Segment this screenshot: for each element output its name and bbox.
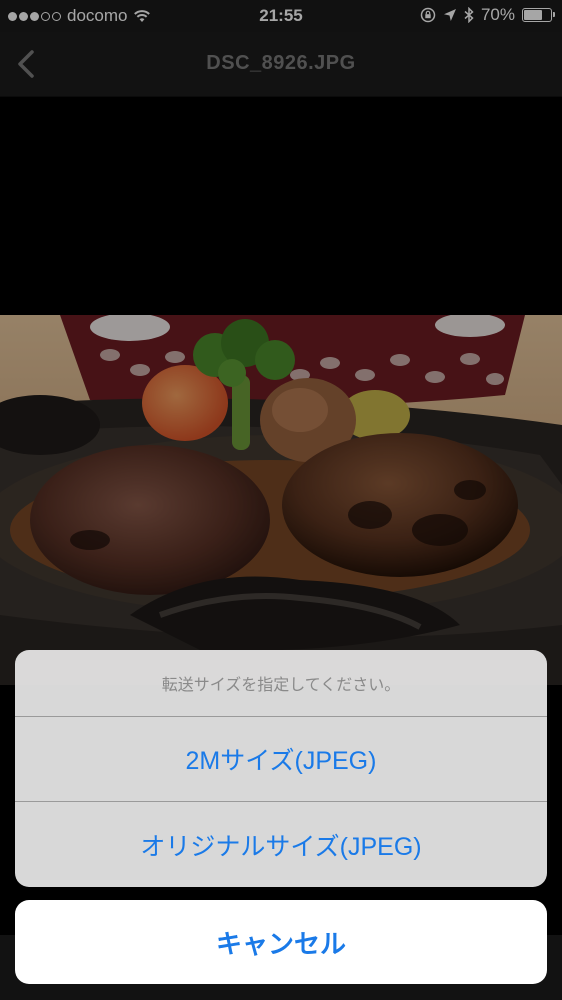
- cancel-button[interactable]: キャンセル: [15, 900, 547, 984]
- screen: docomo 21:55 70% DSC_8926.JPG 転送サイズを指定して…: [0, 0, 562, 1000]
- option-2m-jpeg-button[interactable]: 2Mサイズ(JPEG): [15, 717, 547, 802]
- action-sheet: 転送サイズを指定してください。 2Mサイズ(JPEG) オリジナルサイズ(JPE…: [15, 650, 547, 887]
- option-original-jpeg-button[interactable]: オリジナルサイズ(JPEG): [15, 802, 547, 887]
- action-sheet-message: 転送サイズを指定してください。: [15, 650, 547, 717]
